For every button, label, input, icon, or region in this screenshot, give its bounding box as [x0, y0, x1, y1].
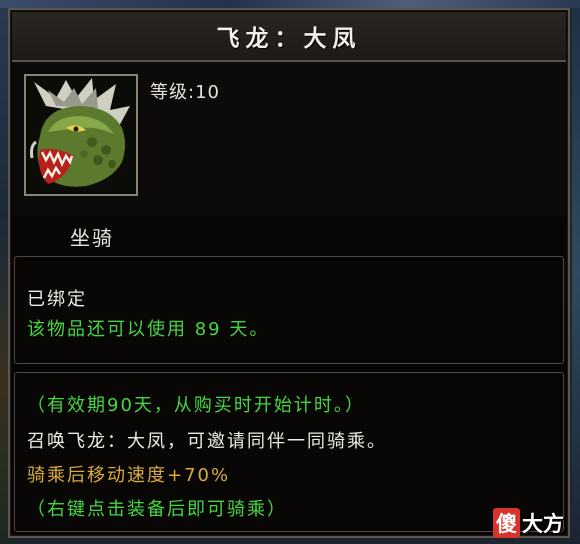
item-name: 飞龙：大凤 [216, 26, 362, 52]
binding-section: 已绑定 该物品还可以使用 89 天。 [14, 256, 564, 364]
validity-note: （有效期90天，从购买时开始计时。） [27, 395, 365, 416]
item-level: 等级:10 [150, 82, 220, 103]
dragon-head-icon [24, 74, 138, 196]
description-section: （有效期90天，从购买时开始计时。） 召唤飞龙：大凤，可邀请同伴一同骑乘。 骑乘… [14, 372, 564, 532]
watermark-logo: 傻 大方 [493, 508, 564, 538]
background-top [0, 0, 580, 8]
summon-description: 召唤飞龙：大凤，可邀请同伴一同骑乘。 [27, 431, 387, 452]
item-tooltip: 飞龙：大凤 等级:10 坐骑 已绑定 该物品还可以使用 89 天。 （有效期90… [8, 8, 570, 538]
watermark-text: 大方 [522, 512, 564, 536]
tooltip-title-bar: 飞龙：大凤 [12, 12, 566, 62]
speed-bonus: 骑乘后移动速度+70% [27, 465, 231, 486]
bound-status: 已绑定 [27, 289, 87, 310]
remaining-duration: 该物品还可以使用 89 天。 [27, 319, 270, 340]
usage-hint: （右键点击装备后即可骑乘） [27, 499, 287, 520]
item-type: 坐骑 [70, 226, 114, 250]
background-right [572, 0, 580, 544]
watermark-mark: 傻 [493, 508, 520, 538]
item-header: 等级:10 坐骑 [12, 62, 566, 250]
